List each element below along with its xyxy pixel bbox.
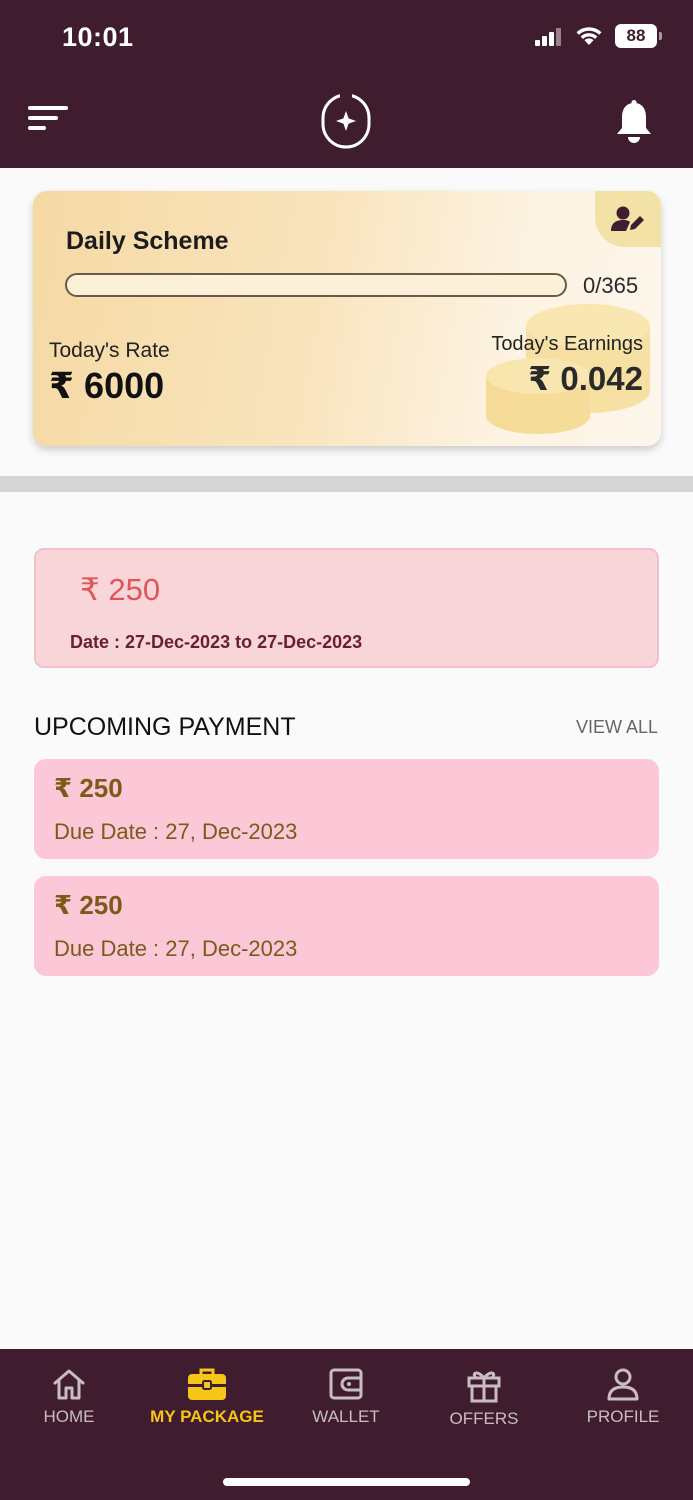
home-indicator <box>223 1478 470 1486</box>
plan-date-range: Date : 27-Dec-2023 to 27-Dec-2023 <box>70 632 363 652</box>
home-icon <box>53 1369 85 1400</box>
scheme-progress-bar <box>65 273 567 297</box>
wifi-icon <box>576 27 602 45</box>
user-edit-icon <box>611 206 644 231</box>
view-all-link[interactable]: VIEW ALL <box>576 717 658 738</box>
payment-amount: ₹ 250 <box>54 773 123 803</box>
signal-icon <box>535 28 561 46</box>
sparkle-logo-icon <box>321 92 371 149</box>
scheme-progress-count: 0/365 <box>583 273 639 298</box>
section-divider <box>0 476 693 492</box>
menu-button[interactable] <box>28 104 70 136</box>
payment-due-date: Due Date : 27, Dec-2023 <box>54 819 298 844</box>
nav-home[interactable]: HOME <box>0 1367 138 1427</box>
nav-wallet-label: WALLET <box>312 1407 380 1426</box>
todays-rate-label: Today's Rate <box>49 339 170 362</box>
status-icons: 88 <box>535 24 662 48</box>
scheme-card[interactable]: Daily Scheme 0/365 Today's Rate ₹ 6000 T… <box>33 191 661 446</box>
status-time: 10:01 <box>62 22 134 52</box>
nav-home-label: HOME <box>43 1407 95 1426</box>
bell-icon <box>617 100 651 143</box>
battery-indicator: 88 <box>615 24 662 48</box>
edit-profile-button[interactable] <box>595 191 661 247</box>
menu-icon <box>28 106 68 130</box>
briefcase-icon <box>188 1368 226 1400</box>
todays-rate-value: ₹ 6000 <box>49 365 165 406</box>
nav-profile-label: PROFILE <box>586 1407 660 1426</box>
upcoming-payment-title: UPCOMING PAYMENT <box>34 713 296 741</box>
nav-my-package-label: MY PACKAGE <box>150 1407 264 1426</box>
upcoming-payment-card[interactable]: ₹ 250 Due Date : 27, Dec-2023 <box>34 759 659 859</box>
app-header: 10:01 88 <box>0 0 693 168</box>
wallet-icon <box>329 1368 363 1400</box>
gift-icon <box>467 1371 501 1403</box>
nav-offers-label: OFFERS <box>449 1409 519 1428</box>
plan-card[interactable]: ₹ 250 Date : 27-Dec-2023 to 27-Dec-2023 <box>34 548 659 668</box>
scheme-title: Daily Scheme <box>66 227 229 255</box>
payment-amount: ₹ 250 <box>54 890 123 920</box>
nav-profile[interactable]: PROFILE <box>554 1367 692 1427</box>
nav-offers[interactable]: OFFERS <box>415 1367 553 1429</box>
app-logo[interactable] <box>320 92 372 150</box>
plan-amount: ₹ 250 <box>80 572 161 607</box>
payment-due-date: Due Date : 27, Dec-2023 <box>54 936 298 961</box>
profile-icon <box>607 1368 639 1401</box>
notifications-button[interactable] <box>614 100 654 144</box>
todays-earnings-value: ₹ 0.042 <box>528 360 643 397</box>
nav-wallet[interactable]: WALLET <box>277 1367 415 1427</box>
todays-earnings-label: Today's Earnings <box>491 333 643 355</box>
upcoming-payment-card[interactable]: ₹ 250 Due Date : 27, Dec-2023 <box>34 876 659 976</box>
nav-my-package[interactable]: MY PACKAGE <box>138 1367 276 1427</box>
